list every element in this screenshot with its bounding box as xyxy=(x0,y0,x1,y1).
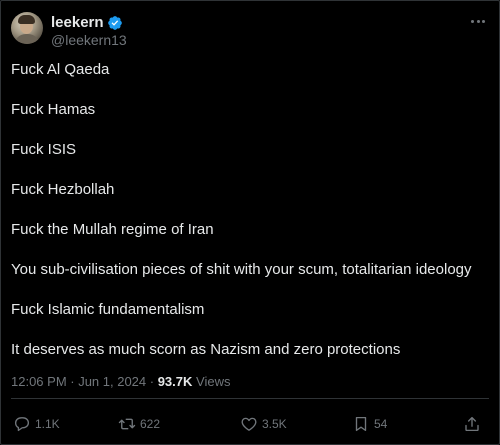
tweet-timestamp[interactable]: 12:06 PM · Jun 1, 2024 · xyxy=(11,374,158,389)
like-count: 3.5K xyxy=(262,417,287,431)
tweet-meta: 12:06 PM · Jun 1, 2024 · 93.7K Views xyxy=(11,374,230,390)
bookmark-icon xyxy=(355,416,367,432)
like-button[interactable]: 3.5K xyxy=(240,413,287,435)
verified-badge-icon[interactable] xyxy=(107,15,123,31)
more-dot xyxy=(476,19,480,23)
tweet-line: Fuck the Mullah regime of Iran xyxy=(11,221,214,238)
more-dot xyxy=(482,19,485,23)
tweet-line: Fuck Hamas xyxy=(11,101,96,118)
share-button[interactable] xyxy=(463,413,481,435)
author-name-row: leekern xyxy=(51,14,123,32)
retweet-button[interactable]: 622 xyxy=(118,413,160,435)
avatar-hair xyxy=(18,15,35,24)
views-count: 93.7K xyxy=(157,374,193,389)
retweet-icon xyxy=(118,418,136,430)
author-display-name[interactable]: leekern xyxy=(51,14,104,32)
tweet-card: leekern @leekern13 Fuck Al Qaeda Fuck Ha… xyxy=(0,0,500,445)
tweet-line: You sub-civilisation pieces of shit with… xyxy=(11,261,472,278)
tweet-line: Fuck Islamic fundamentalism xyxy=(11,301,205,318)
retweet-count: 622 xyxy=(140,417,161,431)
more-dot xyxy=(471,19,474,23)
avatar[interactable] xyxy=(11,12,43,44)
bookmark-button[interactable]: 54 xyxy=(352,413,387,435)
heart-icon xyxy=(241,417,257,431)
views-label: Views xyxy=(192,374,231,389)
avatar-shoulders xyxy=(14,34,40,44)
reply-icon xyxy=(14,417,30,432)
tweet-text: Fuck Al Qaeda Fuck Hamas Fuck ISIS Fuck … xyxy=(11,61,491,381)
more-options-icon[interactable] xyxy=(471,13,485,29)
reply-count: 1.1K xyxy=(35,417,60,431)
tweet-line: Fuck Al Qaeda xyxy=(11,61,110,78)
tweet-line: Fuck Hezbollah xyxy=(11,181,115,198)
tweet-line: It deserves as much scorn as Nazism and … xyxy=(11,341,401,358)
tweet-line: Fuck ISIS xyxy=(11,141,77,158)
share-icon xyxy=(465,416,479,432)
reply-button[interactable]: 1.1K xyxy=(13,413,60,435)
author-handle[interactable]: @leekern13 xyxy=(51,32,127,49)
action-bar: 1.1K 622 3.5K 54 xyxy=(13,413,489,435)
divider xyxy=(11,398,489,399)
bookmark-count: 54 xyxy=(374,417,388,431)
